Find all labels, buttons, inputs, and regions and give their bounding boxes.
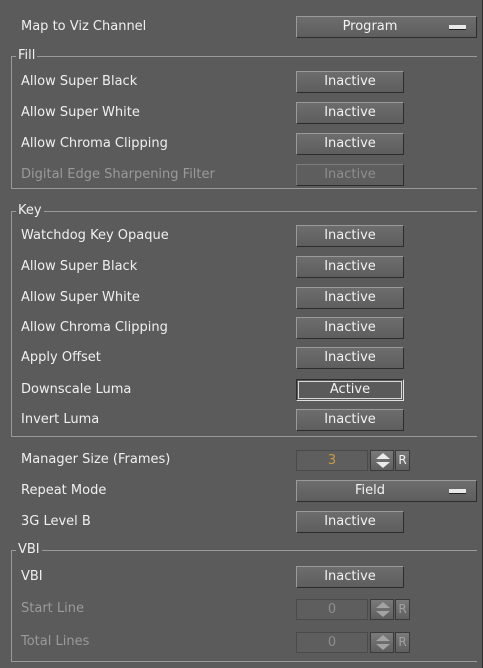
manager-size-reset-button[interactable]: R: [395, 450, 410, 471]
key-allow-super-black-label: Allow Super Black: [21, 259, 138, 274]
manager-size-label: Manager Size (Frames): [21, 452, 171, 467]
level-b-row: 3G Level B Inactive: [0, 508, 483, 538]
apply-offset-label: Apply Offset: [21, 350, 101, 365]
vizrt-output-settings-panel: Map to Viz Channel Program Fill Allow Su…: [0, 0, 483, 668]
repeat-mode-value: Field: [354, 483, 385, 498]
fill-allow-super-white-button[interactable]: Inactive: [296, 102, 404, 124]
start-line-input: 0: [296, 599, 368, 620]
key-allow-super-white-label: Allow Super White: [21, 290, 140, 305]
start-line-label: Start Line: [21, 601, 84, 616]
total-lines-label: Total Lines: [21, 634, 90, 649]
total-lines-reset-button: R: [395, 632, 410, 653]
downscale-luma-label: Downscale Luma: [21, 382, 132, 397]
spin-down-icon[interactable]: [376, 462, 390, 468]
repeat-mode-dropdown[interactable]: Field: [296, 480, 477, 502]
total-lines-spinner: [370, 632, 394, 653]
repeat-mode-label: Repeat Mode: [21, 483, 107, 498]
fill-allow-super-black-button[interactable]: Inactive: [296, 71, 404, 93]
invert-luma-label: Invert Luma: [21, 412, 100, 427]
key-allow-super-black-row: Allow Super Black Inactive: [0, 253, 483, 283]
fill-group-title: Fill: [16, 48, 38, 64]
spin-up-icon: [376, 602, 390, 608]
fill-allow-super-black-row: Allow Super Black Inactive: [0, 68, 483, 98]
dropdown-bar-icon: [449, 25, 466, 30]
fill-allow-super-white-label: Allow Super White: [21, 105, 140, 120]
fill-allow-super-black-label: Allow Super Black: [21, 74, 138, 89]
watchdog-key-opaque-label: Watchdog Key Opaque: [21, 228, 169, 243]
map-to-viz-channel-value: Program: [342, 19, 398, 34]
key-allow-super-white-button[interactable]: Inactive: [296, 287, 404, 309]
digital-edge-sharpening-button: Inactive: [296, 164, 404, 186]
key-allow-super-white-row: Allow Super White Inactive: [0, 284, 483, 314]
map-to-viz-channel-label: Map to Viz Channel: [21, 19, 147, 34]
key-group-title: Key: [16, 203, 44, 219]
apply-offset-button[interactable]: Inactive: [296, 347, 404, 369]
invert-luma-button[interactable]: Inactive: [296, 409, 404, 431]
watchdog-key-opaque-row: Watchdog Key Opaque Inactive: [0, 222, 483, 252]
vbi-button[interactable]: Inactive: [296, 566, 404, 588]
start-line-reset-button: R: [395, 599, 410, 620]
key-allow-chroma-clipping-label: Allow Chroma Clipping: [21, 320, 168, 335]
spin-down-icon: [376, 644, 390, 650]
level-b-label: 3G Level B: [21, 514, 91, 529]
downscale-luma-row: Downscale Luma Active: [0, 376, 483, 406]
invert-luma-row: Invert Luma Inactive: [0, 406, 483, 436]
key-allow-chroma-clipping-row: Allow Chroma Clipping Inactive: [0, 314, 483, 344]
digital-edge-sharpening-label: Digital Edge Sharpening Filter: [21, 167, 215, 182]
map-to-viz-channel-dropdown[interactable]: Program: [296, 16, 477, 38]
key-allow-super-black-button[interactable]: Inactive: [296, 256, 404, 278]
manager-size-input[interactable]: 3: [296, 450, 368, 471]
key-allow-chroma-clipping-button[interactable]: Inactive: [296, 317, 404, 339]
total-lines-input: 0: [296, 632, 368, 653]
map-to-viz-channel-row: Map to Viz Channel Program: [0, 13, 483, 43]
spin-down-icon: [376, 611, 390, 617]
fill-allow-super-white-row: Allow Super White Inactive: [0, 99, 483, 129]
downscale-luma-button[interactable]: Active: [296, 379, 404, 401]
repeat-mode-row: Repeat Mode Field: [0, 477, 483, 507]
start-line-spinner: [370, 599, 394, 620]
watchdog-key-opaque-button[interactable]: Inactive: [296, 225, 404, 247]
level-b-button[interactable]: Inactive: [296, 511, 404, 533]
fill-allow-chroma-clipping-row: Allow Chroma Clipping Inactive: [0, 130, 483, 160]
spin-up-icon[interactable]: [376, 453, 390, 459]
fill-allow-chroma-clipping-button[interactable]: Inactive: [296, 133, 404, 155]
total-lines-row: Total Lines 0 R: [0, 628, 483, 658]
fill-allow-chroma-clipping-label: Allow Chroma Clipping: [21, 136, 168, 151]
start-line-row: Start Line 0 R: [0, 595, 483, 625]
vbi-row: VBI Inactive: [0, 563, 483, 593]
spin-up-icon: [376, 635, 390, 641]
manager-size-spinner[interactable]: [370, 450, 394, 471]
manager-size-row: Manager Size (Frames) 3 R: [0, 446, 483, 476]
vbi-group-title: VBI: [16, 542, 42, 558]
dropdown-bar-icon: [449, 489, 466, 494]
apply-offset-row: Apply Offset Inactive: [0, 344, 483, 374]
digital-edge-sharpening-row: Digital Edge Sharpening Filter Inactive: [0, 161, 483, 191]
vbi-label: VBI: [21, 569, 43, 584]
